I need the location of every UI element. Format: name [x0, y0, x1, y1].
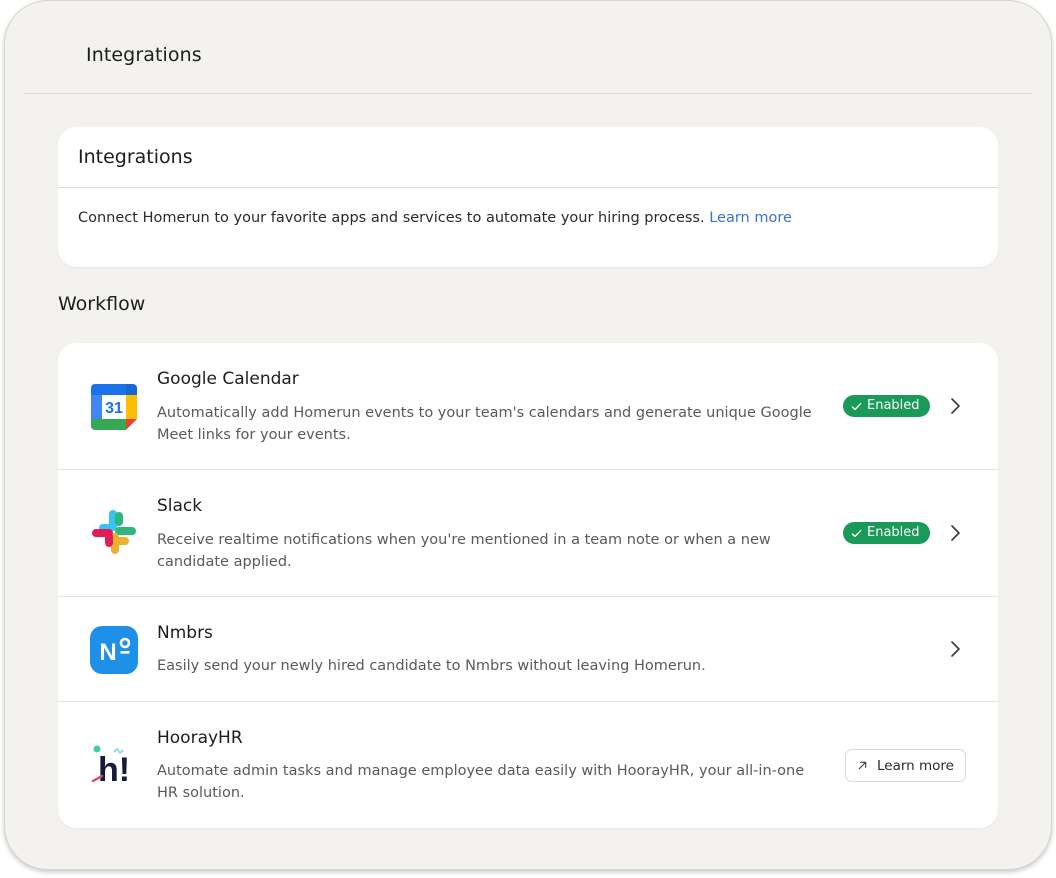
intro-title: Integrations: [78, 146, 193, 168]
integration-row-google-calendar[interactable]: 31 Google Calendar Automatically add Hom…: [58, 343, 998, 470]
integration-row-hoorayhr[interactable]: h! HoorayHR Automate admin tasks and man…: [58, 702, 998, 828]
google-calendar-icon-date: 31: [105, 400, 123, 417]
slack-icon: [92, 510, 136, 554]
nmbrs-icon-letter: N: [99, 639, 116, 666]
integration-name: Slack: [157, 496, 203, 516]
intro-divider: [58, 187, 998, 188]
intro-description: Connect Homerun to your favorite apps an…: [78, 210, 792, 226]
page-title: Integrations: [86, 44, 202, 66]
integration-description: Automatically add Homerun events to your…: [157, 405, 812, 443]
integration-name: Nmbrs: [157, 623, 213, 643]
hoorayhr-icon: h!: [91, 745, 130, 789]
external-arrow-icon: [858, 761, 867, 770]
enabled-badge: Enabled: [843, 522, 930, 544]
learn-more-button[interactable]: Learn more: [845, 749, 966, 782]
google-calendar-icon: 31: [91, 384, 137, 430]
integration-name: HoorayHR: [157, 728, 243, 748]
integration-description: Easily send your newly hired candidate t…: [157, 658, 706, 674]
chevron-right-icon[interactable]: [948, 523, 962, 543]
learn-more-link[interactable]: Learn more: [709, 210, 792, 226]
integration-description: Receive realtime notifications when you'…: [157, 532, 771, 570]
check-icon: [851, 529, 862, 537]
hoorayhr-icon-letters: h!: [98, 751, 130, 789]
learn-more-button-label: Learn more: [877, 757, 954, 774]
integrations-intro-card: Integrations Connect Homerun to your fav…: [58, 127, 998, 267]
integration-name: Google Calendar: [157, 369, 299, 389]
app-window: Integrations Integrations Connect Homeru…: [4, 0, 1052, 870]
integration-row-nmbrs[interactable]: N Nmbrs Easily send your newly hired can…: [58, 597, 998, 702]
workflow-section-title: Workflow: [58, 293, 146, 315]
enabled-badge-label: Enabled: [867, 525, 920, 540]
enabled-badge-label: Enabled: [867, 398, 920, 413]
integration-row-slack[interactable]: Slack Receive realtime notifications whe…: [58, 470, 998, 597]
integration-description: Automate admin tasks and manage employee…: [157, 763, 805, 801]
nmbrs-icon: N: [90, 626, 138, 674]
chevron-right-icon[interactable]: [948, 639, 962, 659]
intro-description-text: Connect Homerun to your favorite apps an…: [78, 210, 705, 226]
check-icon: [851, 402, 862, 410]
enabled-badge: Enabled: [843, 395, 930, 417]
chevron-right-icon[interactable]: [948, 396, 962, 416]
header-divider: [23, 93, 1033, 94]
workflow-integrations-list: 31 Google Calendar Automatically add Hom…: [58, 343, 998, 828]
